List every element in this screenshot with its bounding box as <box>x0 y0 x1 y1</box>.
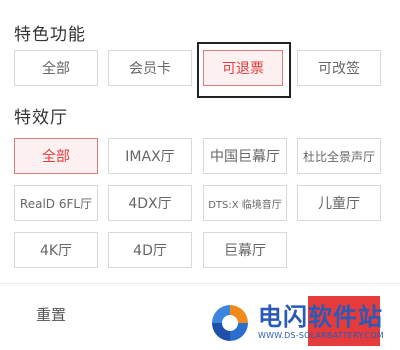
hall-chip-all[interactable]: 全部 <box>14 138 98 174</box>
hall-chip-reald-6fl[interactable]: RealD 6FL厅 <box>14 185 98 221</box>
footer-divider <box>0 283 400 284</box>
feature-chip-member-card[interactable]: 会员卡 <box>108 50 192 86</box>
annotation-highlight-box <box>197 42 291 98</box>
watermark-logo-icon <box>210 303 250 343</box>
features-title: 特色功能 <box>14 25 86 45</box>
reset-button[interactable]: 重置 <box>36 304 66 325</box>
hall-chip-dolby-atmos[interactable]: 杜比全景声厅 <box>297 138 381 174</box>
hall-chip-kids[interactable]: 儿童厅 <box>297 185 381 221</box>
watermark-title: 电闪软件站 <box>258 303 383 331</box>
watermark: 电闪软件站 WWW.DS-SOLARBATTERY.COM <box>208 296 400 350</box>
hall-chip-4d[interactable]: 4D厅 <box>108 232 192 268</box>
watermark-url: WWW.DS-SOLARBATTERY.COM <box>258 331 384 340</box>
watermark-text: 电闪软件站 WWW.DS-SOLARBATTERY.COM <box>258 304 384 342</box>
hall-chip-imax[interactable]: IMAX厅 <box>108 138 192 174</box>
hall-chip-dtsx[interactable]: DTS:X 临境音厅 <box>203 185 287 221</box>
hall-chip-giant-screen[interactable]: 巨幕厅 <box>203 232 287 268</box>
feature-chip-all[interactable]: 全部 <box>14 50 98 86</box>
halls-title: 特效厅 <box>14 108 68 128</box>
feature-chip-changeable[interactable]: 可改签 <box>297 50 381 86</box>
hall-chip-4dx[interactable]: 4DX厅 <box>108 185 192 221</box>
hall-chip-china-giant-screen[interactable]: 中国巨幕厅 <box>203 138 287 174</box>
hall-chip-4k[interactable]: 4K厅 <box>14 232 98 268</box>
